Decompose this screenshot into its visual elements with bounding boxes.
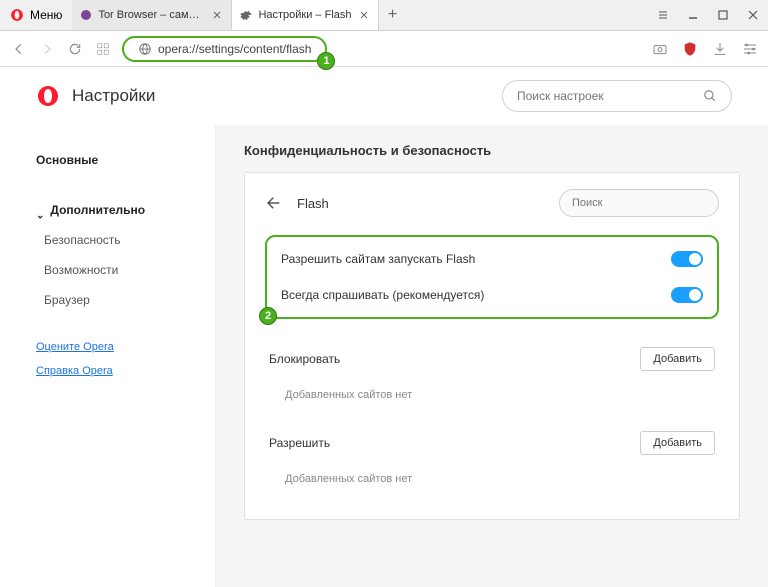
sidebar-item-main[interactable]: Основные — [0, 145, 215, 175]
menu-button[interactable]: Меню — [0, 0, 72, 30]
tab-title: Tor Browser – самый защи — [98, 9, 205, 21]
add-block-button[interactable]: Добавить — [640, 347, 715, 371]
allow-empty-message: Добавленных сайтов нет — [265, 463, 719, 495]
shield-icon[interactable] — [682, 41, 698, 57]
forward-button[interactable] — [38, 40, 56, 58]
card-title: Flash — [297, 196, 545, 211]
url-input[interactable]: opera://settings/content/flash — [122, 36, 327, 62]
menu-label: Меню — [30, 8, 62, 22]
toggle-row-allow-flash: Разрешить сайтам запускать Flash — [277, 241, 707, 277]
allow-list-section: Разрешить Добавить Добавленных сайтов не… — [265, 423, 719, 495]
new-tab-button[interactable]: + — [379, 0, 407, 30]
minimize-button[interactable] — [678, 0, 708, 31]
address-bar: opera://settings/content/flash 1 — [0, 31, 768, 67]
toggle-label: Разрешить сайтам запускать Flash — [281, 252, 475, 266]
toggle-group-highlight: Разрешить сайтам запускать Flash Всегда … — [265, 235, 719, 319]
sidebar: Основные Дополнительно Безопасность Возм… — [0, 125, 216, 587]
easy-setup-icon[interactable] — [742, 41, 758, 57]
allow-label: Разрешить — [269, 436, 330, 450]
tab-tor-browser[interactable]: Tor Browser – самый защи — [72, 0, 232, 30]
globe-icon — [138, 42, 152, 56]
maximize-button[interactable] — [708, 0, 738, 31]
speed-dial-button[interactable] — [94, 40, 112, 58]
toggle-always-ask[interactable] — [671, 287, 703, 303]
sidebar-item-features[interactable]: Возможности — [0, 255, 215, 285]
card-search-input[interactable] — [572, 197, 714, 209]
annotation-badge-1: 1 — [317, 52, 335, 70]
sidebar-link-help[interactable]: Справка Opera — [0, 359, 215, 383]
close-icon[interactable] — [358, 9, 370, 21]
page-header: Настройки — [0, 67, 768, 125]
main-content: Конфиденциальность и безопасность Flash … — [216, 125, 768, 587]
sidebar-item-advanced[interactable]: Дополнительно — [0, 195, 215, 225]
section-title: Конфиденциальность и безопасность — [244, 143, 740, 158]
settings-search[interactable] — [502, 80, 732, 112]
toggle-row-always-ask: Всегда спрашивать (рекомендуется) — [277, 277, 707, 313]
close-icon[interactable] — [211, 9, 223, 21]
close-window-button[interactable] — [738, 0, 768, 31]
toggle-allow-flash[interactable] — [671, 251, 703, 267]
page-title: Настройки — [72, 86, 502, 106]
annotation-badge-2: 2 — [259, 307, 277, 325]
tab-title: Настройки – Flash — [258, 9, 351, 21]
url-text: opera://settings/content/flash — [158, 42, 311, 56]
block-empty-message: Добавленных сайтов нет — [265, 379, 719, 411]
search-icon — [703, 89, 717, 103]
block-list-section: Блокировать Добавить Добавленных сайтов … — [265, 339, 719, 411]
window-controls — [648, 0, 768, 30]
download-icon[interactable] — [712, 41, 728, 57]
back-button[interactable] — [10, 40, 28, 58]
flash-settings-card: Flash Разрешить сайтам запускать Flash В… — [244, 172, 740, 520]
sidebar-item-browser[interactable]: Браузер — [0, 285, 215, 315]
opera-logo-icon — [36, 84, 60, 108]
card-search[interactable] — [559, 189, 719, 217]
sidebar-item-security[interactable]: Безопасность — [0, 225, 215, 255]
toggle-label: Всегда спрашивать (рекомендуется) — [281, 288, 484, 302]
opera-logo-icon — [10, 8, 24, 22]
reload-button[interactable] — [66, 40, 84, 58]
titlebar: Меню Tor Browser – самый защи Настройки … — [0, 0, 768, 31]
add-allow-button[interactable]: Добавить — [640, 431, 715, 455]
tabs-container: Tor Browser – самый защи Настройки – Fla… — [72, 0, 648, 30]
gear-icon — [240, 9, 252, 21]
camera-icon[interactable] — [652, 41, 668, 57]
sidebar-link-rate[interactable]: Оцените Opera — [0, 335, 215, 359]
back-arrow-icon[interactable] — [265, 194, 283, 212]
settings-search-input[interactable] — [517, 89, 695, 103]
window-menu-icon[interactable] — [648, 0, 678, 31]
tor-favicon-icon — [80, 9, 92, 21]
tab-settings-flash[interactable]: Настройки – Flash — [232, 0, 378, 30]
block-label: Блокировать — [269, 352, 340, 366]
